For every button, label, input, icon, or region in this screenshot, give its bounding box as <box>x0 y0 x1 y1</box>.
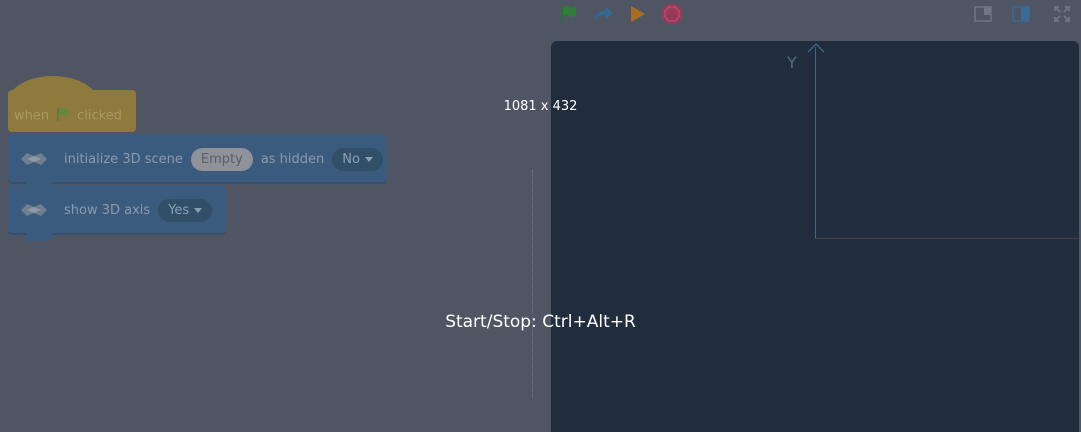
scene-input[interactable]: Empty <box>190 147 253 171</box>
as-hidden-label: as hidden <box>260 151 325 167</box>
y-axis-label: Y <box>787 53 797 72</box>
init-label: initialize 3D scene <box>64 151 183 167</box>
hidden-dropdown[interactable]: No <box>332 147 383 171</box>
large-stage-button[interactable] <box>1008 4 1034 28</box>
block-notch <box>26 233 52 241</box>
redo-icon <box>591 4 615 28</box>
axis-label: show 3D axis <box>64 202 151 218</box>
toolbar <box>0 0 1081 34</box>
fullscreen-icon <box>1053 5 1071 27</box>
show-3d-axis-block[interactable]: show 3D axis Yes <box>8 185 226 241</box>
stop-button[interactable] <box>659 4 685 28</box>
stop-icon <box>660 2 684 30</box>
y-axis-arrow-icon <box>807 43 825 53</box>
y-axis-line <box>815 47 816 239</box>
screen-size-label: 1081 x 432 <box>503 99 578 114</box>
workspace-scrollbar[interactable] <box>532 170 539 398</box>
axis-dropdown-value: Yes <box>168 202 190 218</box>
redo-button[interactable] <box>590 4 616 28</box>
hotkey-hint: Start/Stop: Ctrl+Alt+R <box>445 312 636 332</box>
x-axis-line <box>815 238 1079 239</box>
axis-dropdown[interactable]: Yes <box>158 198 213 222</box>
large-stage-icon <box>1012 6 1030 26</box>
initialize-3d-scene-block[interactable]: initialize 3D scene Empty as hidden No <box>8 134 387 190</box>
green-flag-icon <box>558 3 580 29</box>
chevron-down-icon <box>364 156 373 162</box>
chevron-down-icon <box>194 207 203 213</box>
fullscreen-button[interactable] <box>1049 4 1075 28</box>
green-flag-button[interactable] <box>556 4 582 28</box>
3d-extension-icon <box>18 200 50 220</box>
play-icon <box>626 3 648 29</box>
3d-extension-icon <box>18 149 50 169</box>
small-stage-button[interactable] <box>970 4 996 28</box>
hidden-dropdown-value: No <box>342 151 360 167</box>
run-button[interactable] <box>624 4 650 28</box>
small-stage-icon <box>974 6 992 26</box>
